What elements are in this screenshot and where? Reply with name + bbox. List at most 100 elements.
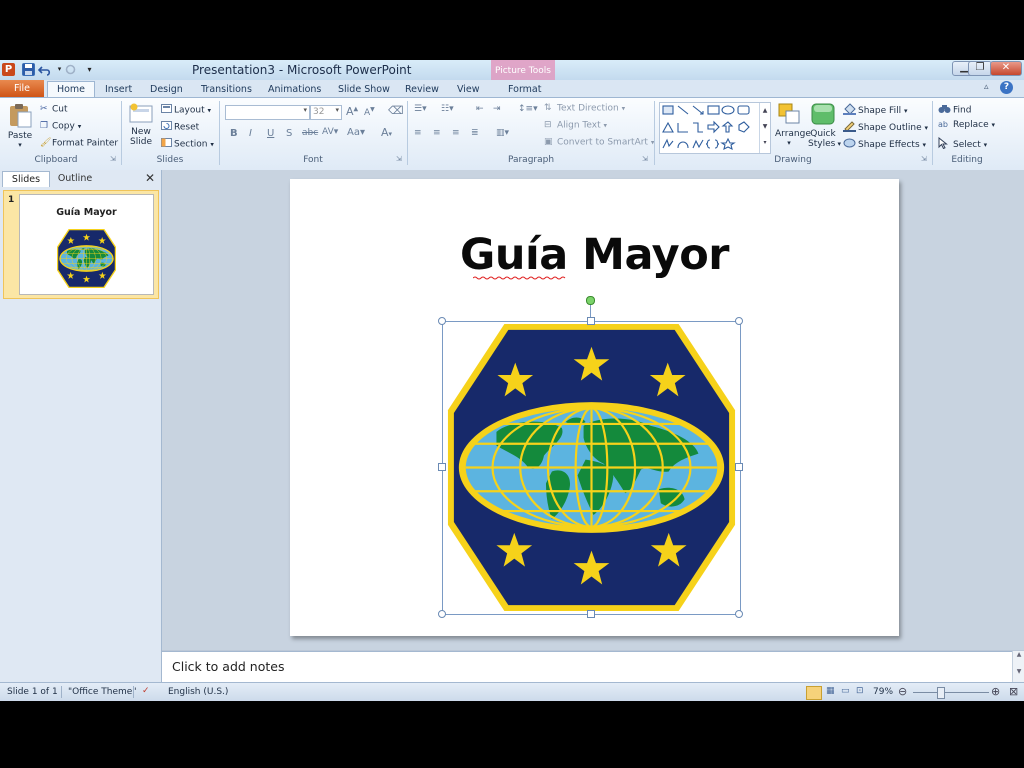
copy-dropdown-icon[interactable]: ▾ bbox=[78, 123, 82, 131]
scroll-up-icon[interactable]: ▲ bbox=[1013, 651, 1024, 658]
scroll-down-icon[interactable]: ▼ bbox=[1013, 668, 1024, 675]
slide-canvas[interactable]: Guía Mayor bbox=[290, 179, 899, 636]
new-slide-button[interactable]: New Slide bbox=[127, 102, 155, 147]
change-case-icon[interactable]: Aa▾ bbox=[347, 127, 365, 138]
undo-icon[interactable] bbox=[37, 63, 51, 76]
resize-handle-top[interactable] bbox=[587, 317, 595, 325]
paste-dropdown-icon[interactable]: ▾ bbox=[6, 141, 34, 149]
clipboard-launcher-icon[interactable]: ⇲ bbox=[110, 155, 116, 163]
bold-icon[interactable]: B bbox=[230, 128, 238, 139]
shapes-gallery-scroll[interactable]: ▲ ▼ ▾ bbox=[759, 103, 770, 153]
reset-button[interactable]: Reset bbox=[161, 121, 199, 133]
increase-indent-icon[interactable]: ⇥ bbox=[493, 104, 501, 114]
tab-transitions[interactable]: Transitions bbox=[201, 82, 252, 97]
tab-format[interactable]: Format bbox=[508, 82, 541, 97]
tab-review[interactable]: Review bbox=[405, 82, 439, 97]
tab-slides-pane[interactable]: Slides bbox=[2, 171, 50, 187]
resize-handle-bottom-right[interactable] bbox=[735, 610, 743, 618]
cut-button[interactable]: ✂ Cut bbox=[40, 104, 68, 115]
align-right-icon[interactable]: ≡ bbox=[452, 128, 460, 138]
shape-fill-button[interactable]: Shape Fill ▾ bbox=[843, 103, 907, 118]
help-icon[interactable]: ? bbox=[1000, 81, 1013, 94]
fit-to-window-icon[interactable]: ⊠ bbox=[1009, 685, 1018, 698]
proofing-icon[interactable]: ✓ bbox=[142, 686, 150, 696]
tab-home[interactable]: Home bbox=[47, 81, 95, 98]
font-size-dropdown-icon[interactable]: ▾ bbox=[335, 106, 339, 114]
numbering-icon[interactable]: ☷▾ bbox=[441, 104, 454, 114]
layout-button[interactable]: Layout ▾ bbox=[161, 104, 211, 116]
font-name-combo[interactable]: ▾ bbox=[225, 105, 310, 120]
slide-count-status[interactable]: Slide 1 of 1 bbox=[7, 687, 58, 697]
slide-show-icon[interactable]: ⊡ bbox=[856, 686, 864, 696]
align-text-button[interactable]: ⊟ Align Text ▾ bbox=[544, 120, 607, 131]
font-name-dropdown-icon[interactable]: ▾ bbox=[303, 106, 307, 114]
zoom-slider-track[interactable] bbox=[913, 692, 989, 693]
shape-outline-button[interactable]: Shape Outline ▾ bbox=[843, 120, 928, 135]
tab-animations[interactable]: Animations bbox=[268, 82, 321, 97]
close-button[interactable]: ✕ bbox=[990, 61, 1022, 76]
slide-sorter-icon[interactable]: ▦ bbox=[826, 686, 835, 696]
resize-handle-top-left[interactable] bbox=[438, 317, 446, 325]
font-size-combo[interactable]: 32 ▾ bbox=[310, 105, 342, 120]
shadow-icon[interactable]: S bbox=[286, 128, 292, 139]
font-launcher-icon[interactable]: ⇲ bbox=[396, 155, 402, 163]
tab-view[interactable]: View bbox=[457, 82, 480, 97]
strikethrough-icon[interactable]: abc bbox=[302, 128, 318, 138]
zoom-level[interactable]: 79% bbox=[873, 687, 893, 697]
close-pane-icon[interactable]: ✕ bbox=[145, 171, 155, 185]
tab-insert[interactable]: Insert bbox=[105, 82, 132, 97]
resize-handle-top-right[interactable] bbox=[735, 317, 743, 325]
normal-view-icon[interactable] bbox=[806, 686, 822, 700]
redo-icon[interactable] bbox=[64, 63, 77, 76]
restore-button[interactable]: ❐ bbox=[968, 61, 992, 76]
text-direction-button[interactable]: ⇅ Text Direction ▾ bbox=[544, 103, 625, 114]
align-left-icon[interactable]: ≡ bbox=[414, 128, 422, 138]
paste-button[interactable]: Paste ▾ bbox=[6, 102, 34, 149]
language-status[interactable]: English (U.S.) bbox=[168, 687, 228, 697]
rotation-handle[interactable] bbox=[586, 296, 595, 305]
notes-scrollbar[interactable]: ▲ ▼ bbox=[1012, 651, 1024, 682]
reading-view-icon[interactable]: ▭ bbox=[841, 686, 850, 696]
line-spacing-icon[interactable]: ↕≡▾ bbox=[518, 104, 538, 114]
resize-handle-bottom-left[interactable] bbox=[438, 610, 446, 618]
tab-file[interactable]: File bbox=[0, 80, 44, 97]
font-color-icon[interactable]: A▾ bbox=[381, 126, 392, 139]
customize-qat-icon[interactable]: ▾ bbox=[83, 63, 96, 76]
tab-design[interactable]: Design bbox=[150, 82, 183, 97]
section-button[interactable]: Section ▾ bbox=[161, 138, 214, 150]
convert-smartart-button[interactable]: ▣ Convert to SmartArt ▾ bbox=[544, 137, 654, 148]
zoom-slider-thumb[interactable] bbox=[937, 687, 945, 699]
decrease-indent-icon[interactable]: ⇤ bbox=[476, 104, 484, 114]
clear-formatting-icon[interactable]: ⌫ bbox=[388, 104, 404, 117]
character-spacing-icon[interactable]: AV▾ bbox=[322, 127, 338, 137]
drawing-launcher-icon[interactable]: ⇲ bbox=[921, 155, 927, 163]
shape-effects-button[interactable]: Shape Effects ▾ bbox=[843, 137, 926, 152]
save-icon[interactable] bbox=[22, 63, 35, 76]
minimize-ribbon-icon[interactable]: ▵ bbox=[984, 82, 989, 92]
format-painter-button[interactable]: 🖌Format Painter bbox=[40, 138, 118, 149]
resize-handle-right[interactable] bbox=[735, 463, 743, 471]
replace-button[interactable]: ab Replace ▾ bbox=[938, 120, 995, 130]
theme-status[interactable]: "Office Theme" bbox=[68, 687, 136, 697]
resize-handle-bottom[interactable] bbox=[587, 610, 595, 618]
quick-styles-button[interactable]: Quick Styles ▾ bbox=[808, 102, 841, 149]
notes-pane[interactable]: Click to add notes bbox=[162, 651, 1012, 683]
zoom-out-icon[interactable]: ⊖ bbox=[898, 685, 907, 698]
align-center-icon[interactable]: ≡ bbox=[433, 128, 441, 138]
zoom-in-icon[interactable]: ⊕ bbox=[991, 685, 1000, 698]
bullets-icon[interactable]: ☰▾ bbox=[414, 104, 427, 114]
powerpoint-app-icon[interactable]: P bbox=[2, 63, 15, 76]
slide-thumbnail[interactable]: Guía Mayor bbox=[19, 194, 154, 295]
slide-title[interactable]: Guía Mayor bbox=[290, 230, 899, 280]
tab-slide-show[interactable]: Slide Show bbox=[338, 82, 390, 97]
guia-mayor-emblem[interactable] bbox=[443, 321, 740, 614]
italic-icon[interactable]: I bbox=[249, 128, 252, 139]
resize-handle-left[interactable] bbox=[438, 463, 446, 471]
paragraph-launcher-icon[interactable]: ⇲ bbox=[642, 155, 648, 163]
shapes-gallery[interactable]: ▲ ▼ ▾ bbox=[659, 102, 771, 154]
underline-icon[interactable]: U bbox=[267, 128, 274, 139]
grow-font-icon[interactable]: A▲ bbox=[346, 105, 358, 118]
justify-icon[interactable]: ≣ bbox=[471, 128, 479, 138]
copy-button[interactable]: ❐ Copy ▾ bbox=[40, 121, 81, 132]
columns-icon[interactable]: ▥▾ bbox=[496, 128, 509, 138]
